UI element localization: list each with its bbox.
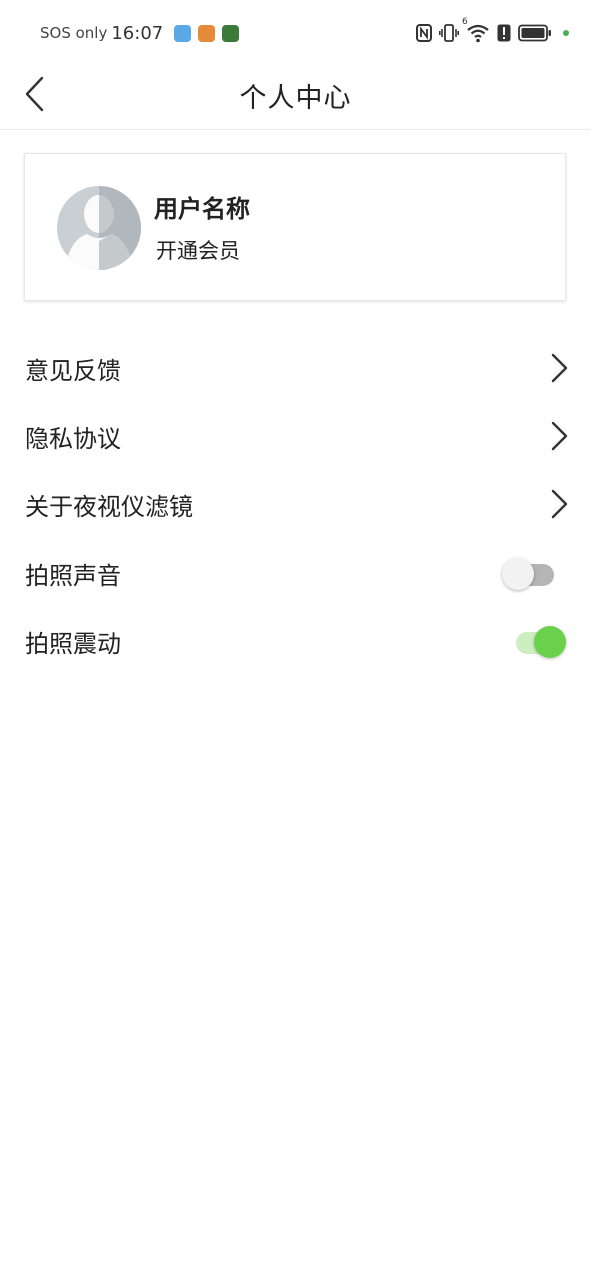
chevron-right-icon [551, 421, 568, 451]
menu-item-feedback[interactable]: 意见反馈 [0, 335, 591, 403]
chevron-right-icon [551, 353, 568, 383]
app-notification-icon [198, 24, 216, 42]
indicator-dot [563, 30, 569, 36]
shutter-vibration-toggle[interactable] [512, 622, 572, 662]
menu-item-privacy[interactable]: 隐私协议 [0, 403, 591, 471]
app-notification-icon [222, 24, 240, 42]
chevron-right-icon [551, 489, 568, 519]
username: 用户名称 [154, 195, 250, 223]
status-bar: SOS only 16:07 6 [0, 0, 591, 66]
menu-item-label: 拍照声音 [25, 562, 121, 590]
profile-card[interactable]: 用户名称 开通会员 [24, 153, 566, 301]
alert-icon [497, 24, 511, 42]
battery-icon [518, 24, 551, 42]
menu-item-label: 意见反馈 [25, 357, 121, 385]
nfc-icon [416, 24, 432, 42]
toggle-knob [534, 626, 566, 658]
avatar[interactable] [57, 186, 141, 270]
menu-item-label: 拍照震动 [25, 630, 121, 658]
menu-item-shutter-vibration: 拍照震动 [0, 608, 591, 676]
shutter-sound-toggle[interactable] [502, 554, 562, 594]
status-right: 6 [416, 17, 569, 44]
membership-link[interactable]: 开通会员 [156, 235, 240, 265]
wifi-label: 6 [462, 17, 468, 27]
vibrate-icon [439, 24, 459, 42]
menu-item-label: 关于夜视仪滤镜 [25, 493, 193, 521]
toggle-knob [502, 558, 534, 590]
carrier-text: SOS only [40, 24, 108, 42]
menu-item-label: 隐私协议 [25, 425, 121, 453]
status-left: SOS only 16:07 [40, 22, 240, 44]
menu-item-shutter-sound: 拍照声音 [0, 540, 591, 608]
wifi-icon: 6 [462, 17, 490, 43]
clock: 16:07 [111, 22, 164, 44]
page-title: 个人中心 [239, 83, 352, 114]
menu-item-about[interactable]: 关于夜视仪滤镜 [0, 471, 591, 539]
app-notification-icon [174, 24, 192, 42]
app-header: 个人中心 [0, 66, 591, 130]
